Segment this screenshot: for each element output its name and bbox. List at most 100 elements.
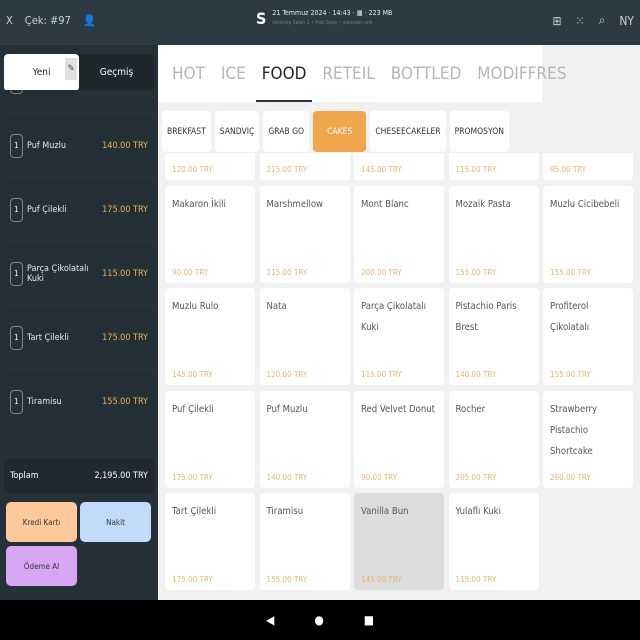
product-price: 145.00 TRY — [361, 165, 402, 174]
product-card[interactable]: Marshmellow 115.00 TRY — [259, 185, 350, 283]
product-card[interactable]: Tart Çilekli 175.00 TRY — [165, 493, 255, 590]
product-card[interactable]: Strawberry Pistachio Shortcake 260.00 TRY — [543, 390, 633, 488]
product-card[interactable]: Nata 120.00 TRY — [259, 288, 350, 385]
quantity-badge[interactable]: 1 — [10, 197, 23, 222]
home-icon[interactable]: ● — [314, 613, 323, 627]
product-name: Puf Muzlu — [266, 403, 308, 415]
product-price: 115.00 TRY — [455, 575, 497, 584]
product-name: Tart Çilekli — [172, 506, 217, 517]
grid-menu-icon[interactable]: ⁙ — [576, 14, 585, 28]
total-label: Toplam — [10, 471, 39, 481]
app-logo-icon: S — [256, 9, 267, 28]
tab-ice[interactable]: ICE — [221, 45, 246, 102]
category-promosyon[interactable]: PROMOSYON — [449, 111, 509, 152]
user-initials[interactable]: NY — [619, 14, 634, 28]
product-card[interactable]: Tiramisu 155.00 TRY — [259, 493, 350, 590]
product-name: Muzlu Rulo — [172, 301, 219, 312]
quantity-badge[interactable]: 1 — [10, 261, 23, 286]
product-price: 155.00 TRY — [550, 267, 591, 277]
product-card[interactable]: Rocher 205.00 TRY — [448, 390, 539, 488]
product-price: 140.00 TRY — [455, 370, 497, 379]
tab-bottled[interactable]: BOTTLED — [391, 45, 462, 102]
product-card[interactable]: Puf Muzlu 140.00 TRY — [259, 390, 350, 488]
category-cakes[interactable]: CAKES — [313, 111, 367, 152]
tab-modiffres[interactable]: MODIFFRES — [477, 45, 566, 102]
product-card[interactable]: Muzlu Cicibebeli 155.00 TRY — [543, 185, 633, 283]
product-card[interactable]: Yulaflı Kuki 115.00 TRY — [448, 493, 539, 590]
tab-reteil[interactable]: RETEIL — [322, 45, 374, 102]
product-price: 145.00 TRY — [361, 575, 402, 584]
quantity-badge[interactable]: 1 — [10, 133, 23, 158]
product-price: 155.00 TRY — [455, 267, 497, 277]
recents-icon[interactable]: ■ — [364, 613, 374, 627]
product-name: Marshmellow — [266, 198, 324, 210]
product-price: 260.00 TRY — [550, 472, 591, 482]
order-item[interactable]: 1Red Velvet Donut90.00 TRY — [4, 90, 154, 114]
product-card[interactable]: 95.00 TRY — [543, 153, 633, 180]
order-item[interactable]: 1 Puf Muzlu 140.00 TRY — [4, 114, 154, 178]
product-name: Mont Blanc — [361, 198, 409, 210]
order-item[interactable]: 1 Puf Çilekli 175.00 TRY — [4, 178, 154, 242]
tab-hot[interactable]: HOT — [172, 45, 205, 102]
product-price: 120.00 TRY — [172, 165, 213, 174]
item-name: Parça Çikolatalı Kuki — [27, 263, 89, 284]
add-order-icon[interactable]: ⊞ — [553, 14, 562, 28]
item-price: 115.00 TRY — [102, 268, 148, 279]
category-bar: BREKFAST SANDVIÇ GRAB GO CAKES CHESEECAKELER… — [162, 111, 509, 152]
category-brekfast[interactable]: BREKFAST — [162, 111, 211, 152]
item-price: 155.00 TRY — [102, 396, 148, 407]
product-price: 140.00 TRY — [266, 472, 308, 482]
product-card[interactable]: Red Velvet Donut 90.00 TRY — [354, 390, 444, 488]
product-card[interactable]: 115.00 TRY — [448, 153, 539, 180]
product-card[interactable]: Parça Çikolatalı Kuki 115.00 TRY — [354, 288, 444, 385]
product-name: Puf Çilekli — [172, 403, 214, 415]
product-price: 145.00 TRY — [172, 370, 213, 379]
product-price: 115.00 TRY — [455, 165, 497, 174]
product-name: Yulaflı Kuki — [455, 506, 502, 517]
product-card[interactable]: Pistachio Paris Brest 140.00 TRY — [448, 288, 539, 385]
product-card[interactable]: Profiterol Çikolatalı 155.00 TRY — [543, 288, 633, 385]
quantity-badge[interactable]: 1 — [10, 90, 23, 94]
pencil-icon[interactable]: ✎ — [65, 58, 77, 80]
product-card[interactable]: Vanilla Bun 145.00 TRY — [354, 493, 444, 590]
top-bar: X Çek: #97 👤 S 21 Temmuz 2024 · 14:43 · … — [0, 0, 640, 45]
take-payment-button[interactable]: Ödeme Al — [6, 546, 77, 586]
tab-food[interactable]: FOOD — [255, 45, 313, 102]
order-item[interactable]: 1 Tiramisu 155.00 TRY — [4, 370, 154, 434]
product-card[interactable]: 115.00 TRY — [259, 153, 350, 180]
product-card[interactable]: Puf Çilekli 175.00 TRY — [165, 390, 255, 488]
order-item[interactable]: 1 Tart Çilekli 175.00 TRY — [4, 306, 154, 370]
credit-card-button[interactable]: Kredi Kartı — [6, 502, 77, 542]
tab-history[interactable]: Geçmiş — [79, 54, 154, 91]
search-icon[interactable]: ⌕ — [599, 13, 606, 28]
quantity-badge[interactable]: 1 — [10, 325, 23, 350]
product-card[interactable]: Muzlu Rulo 145.00 TRY — [165, 288, 255, 385]
item-price: 175.00 TRY — [102, 204, 148, 215]
product-price: 90.00 TRY — [172, 267, 209, 277]
category-grab-go[interactable]: GRAB GO — [263, 111, 310, 152]
item-name: Tart Çilekli — [27, 332, 69, 343]
back-icon[interactable]: ◀ — [266, 613, 274, 627]
product-grid[interactable]: 120.00 TRY 115.00 TRY 145.00 TRY 115.00 TRY… — [165, 153, 635, 600]
menu-tabs: HOT ICE FOOD RETEIL BOTTLED MODIFFRES — [158, 45, 566, 102]
product-card[interactable]: Mont Blanc 200.00 TRY — [354, 185, 444, 283]
tab-new[interactable]: Yeni ✎ — [4, 54, 79, 91]
cash-button[interactable]: Nakit — [80, 502, 151, 542]
order-list[interactable]: 1Red Velvet Donut90.00 TRY1Puf Muzlu140.… — [4, 90, 154, 455]
product-card[interactable]: 120.00 TRY — [165, 153, 255, 180]
check-number[interactable]: Çek: #97 — [25, 14, 71, 27]
quantity-badge[interactable]: 1 — [10, 389, 23, 414]
product-price: 120.00 TRY — [266, 370, 308, 379]
product-name: Vanilla Bun — [361, 506, 409, 517]
category-sandviç[interactable]: SANDVIÇ — [214, 111, 260, 152]
product-card[interactable]: 145.00 TRY — [354, 153, 444, 180]
product-card[interactable]: Makaron İkili 90.00 TRY — [165, 185, 255, 283]
customer-icon[interactable]: 👤 — [83, 14, 97, 27]
product-price: 155.00 TRY — [550, 370, 591, 379]
category-cheseecakeler[interactable]: CHESEECAKELER — [370, 111, 446, 152]
order-item[interactable]: 1 Parça Çikolatalı Kuki 115.00 TRY — [4, 242, 154, 306]
product-name: Strawberry Pistachio Shortcake — [550, 403, 598, 457]
close-button[interactable]: X — [6, 14, 13, 27]
product-card[interactable]: Mozaik Pasta 155.00 TRY — [448, 185, 539, 283]
product-price: 155.00 TRY — [266, 575, 308, 584]
